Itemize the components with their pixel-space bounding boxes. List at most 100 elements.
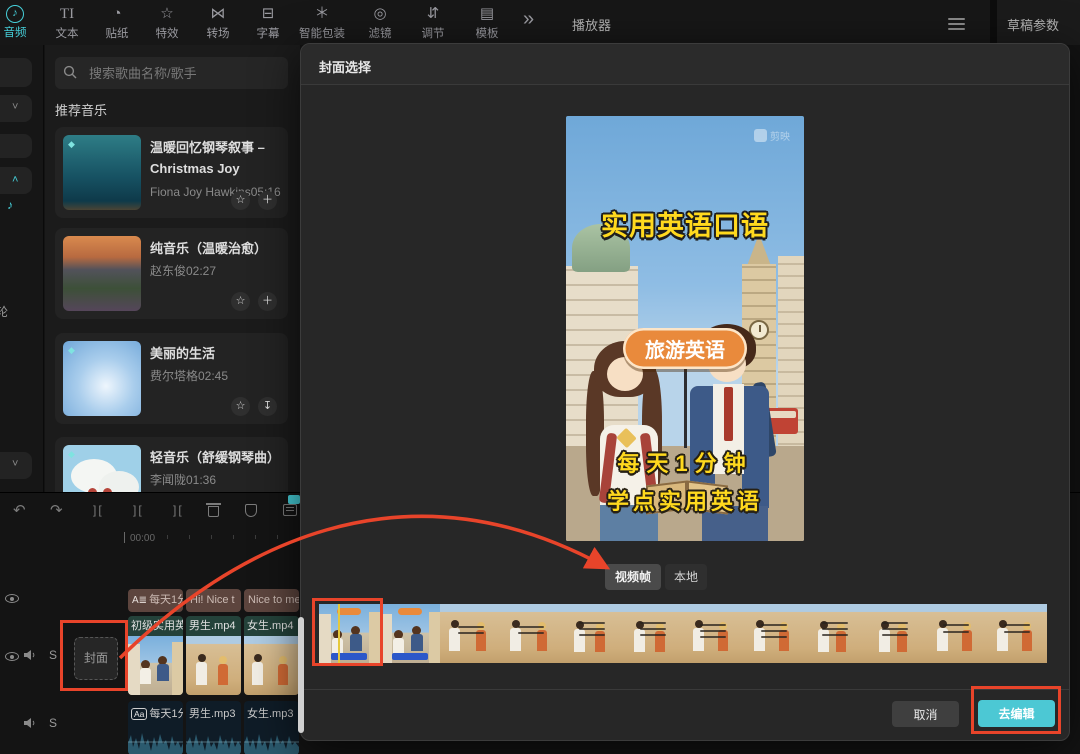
transition-icon: ⋈ (193, 4, 243, 24)
dialog-title: 封面选择 (319, 57, 371, 76)
speaker-icon[interactable] (23, 649, 37, 661)
cover-caption-2: 学点实用英语 (566, 484, 804, 516)
audio-category-sidebar: ˅ ˄ ♪ 轮 ˅ (0, 45, 44, 492)
eye-toggle-icon[interactable] (5, 594, 19, 603)
filter-icon: ◎ (355, 4, 405, 24)
ruler-tick (233, 535, 234, 539)
song-card[interactable]: ◆ 温暖回忆钢琴叙事 – Christmas Joy Fiona Joy Haw… (55, 127, 288, 218)
effects-star-icon: ☆ (142, 4, 192, 24)
timeline-scrollbar[interactable] (298, 617, 304, 733)
vip-gem-icon: ◆ (68, 345, 75, 356)
solo-toggle[interactable]: S (49, 716, 57, 730)
song-title: 纯音乐（温暖治愈） (150, 239, 280, 260)
audio-clip[interactable]: 女生.mp3 (244, 701, 299, 754)
favorite-star-button[interactable]: ☆ (231, 191, 250, 210)
filmstrip-frame[interactable] (622, 604, 683, 663)
filmstrip-playhead[interactable] (338, 604, 340, 663)
text-clip[interactable]: A≣每天1分 (128, 589, 183, 612)
go-edit-button[interactable]: 去编辑 (978, 700, 1055, 727)
tab-smart-package[interactable]: ＊ 智能包装 (291, 4, 353, 41)
filmstrip-frame[interactable] (440, 604, 501, 663)
tab-text[interactable]: TI 文本 (42, 4, 92, 41)
favorite-star-button[interactable]: ☆ (231, 292, 250, 311)
tab-filters[interactable]: ◎ 滤镜 (355, 4, 405, 41)
subtitle-split-icon[interactable] (283, 504, 297, 516)
tab-local[interactable]: 本地 (665, 564, 707, 590)
song-title: 温暖回忆钢琴叙事 – Christmas Joy (150, 138, 280, 180)
cover-headline: 实用英语口语 (566, 204, 804, 243)
filmstrip-frame[interactable] (804, 604, 865, 663)
mute-shield-icon[interactable] (245, 504, 257, 517)
split-right-icon[interactable]: ][ (173, 503, 184, 517)
filmstrip-frame[interactable] (986, 604, 1047, 663)
cover-caption-1: 每天1分钟 (566, 446, 804, 478)
video-clip[interactable]: 初级实用英 (128, 616, 183, 695)
filmstrip-frame[interactable] (683, 604, 744, 663)
search-input[interactable] (55, 57, 288, 89)
search-icon (63, 65, 77, 79)
more-tools-chevron-icon[interactable]: » (523, 8, 532, 31)
tab-effects[interactable]: ☆ 特效 (142, 4, 192, 41)
song-title: 美丽的生活 (150, 344, 280, 365)
cover-button[interactable]: 封面 (74, 637, 118, 680)
song-card[interactable]: 纯音乐（温暖治愈） 赵东俊02:27 ☆ ＋ (55, 228, 288, 319)
filmstrip-frame[interactable] (744, 604, 805, 663)
song-meta: 赵东俊02:27 (150, 262, 216, 279)
audio-clip[interactable]: 男生.mp3 (186, 701, 241, 754)
favorite-star-button[interactable]: ☆ (231, 397, 250, 416)
download-button[interactable]: ↧ (258, 397, 277, 416)
ruler-tick (277, 535, 278, 539)
tab-audio[interactable]: ♪ 音频 (0, 4, 40, 40)
text-clip[interactable]: Nice to me (244, 589, 299, 612)
snap-toggle-badge[interactable] (288, 495, 300, 504)
filmstrip-frame[interactable] (380, 604, 441, 663)
section-title: 推荐音乐 (55, 100, 107, 119)
cover-preview: 实用英语口语 旅游英语 每天1分钟 学点实用英语 剪映 (566, 116, 804, 541)
add-to-track-button[interactable]: ＋ (258, 292, 277, 311)
redo-icon[interactable]: ↷ (50, 501, 63, 519)
cancel-button[interactable]: 取消 (892, 701, 959, 727)
sidebar-item[interactable] (0, 58, 32, 87)
cover-select-dialog: 封面选择 实用英语口语 旅游英语 每天1分钟 学点实 (300, 43, 1070, 741)
tab-video-frame[interactable]: 视频帧 (605, 564, 661, 590)
audio-waveform (244, 729, 299, 754)
player-panel-title: 播放器 (572, 15, 611, 34)
split-icon[interactable]: ][ (133, 503, 144, 517)
filmstrip-frame[interactable] (865, 604, 926, 663)
sidebar-item[interactable]: ˄ (0, 167, 32, 194)
tab-captions[interactable]: ⊟ 字幕 (243, 4, 293, 41)
delete-icon[interactable] (208, 506, 219, 517)
tab-adjust[interactable]: ⇵ 调节 (408, 4, 458, 41)
video-clip[interactable]: 男生.mp4 (186, 616, 241, 695)
audio-clip[interactable]: Aa每天1分 (128, 701, 183, 754)
filmstrip-frame[interactable] (501, 604, 562, 663)
filmstrip-frame[interactable] (319, 604, 380, 663)
player-menu-icon[interactable] (948, 18, 965, 33)
video-clip-thumbnail (128, 636, 183, 695)
speaker-icon[interactable] (23, 717, 37, 729)
filmstrip-frame[interactable] (562, 604, 623, 663)
text-clip[interactable]: Hi! Nice t (186, 589, 241, 612)
ruler-tick (255, 535, 256, 539)
eye-toggle-icon[interactable] (5, 652, 19, 661)
tab-sticker[interactable]: ◔ 贴纸 (92, 4, 142, 41)
ruler-tick (167, 535, 168, 539)
sidebar-item[interactable]: ˅ (0, 452, 32, 479)
filmstrip-frame[interactable] (926, 604, 987, 663)
song-card[interactable]: ◆ 美丽的生活 费尔塔格02:45 ☆ ↧ (55, 333, 288, 424)
tab-transition[interactable]: ⋈ 转场 (193, 4, 243, 41)
sidebar-item[interactable]: ˅ (0, 95, 32, 122)
tab-template[interactable]: ▤ 模板 (462, 4, 512, 41)
undo-icon[interactable]: ↶ (13, 501, 26, 519)
draft-params-title: 草稿参数 (1007, 15, 1059, 34)
solo-toggle[interactable]: S (49, 648, 57, 662)
video-clip[interactable]: 女生.mp4 (244, 616, 299, 695)
add-to-track-button[interactable]: ＋ (258, 191, 277, 210)
adjust-sliders-icon: ⇵ (408, 4, 458, 24)
song-thumbnail: ◆ (63, 341, 141, 416)
sidebar-item[interactable] (0, 134, 32, 158)
ruler-start-marker (124, 532, 125, 543)
panel-divider (990, 0, 997, 45)
song-card[interactable]: ◆ 轻音乐（舒缓钢琴曲） 李闻陇01:36 (55, 437, 288, 492)
split-left-icon[interactable]: ][ (93, 503, 104, 517)
